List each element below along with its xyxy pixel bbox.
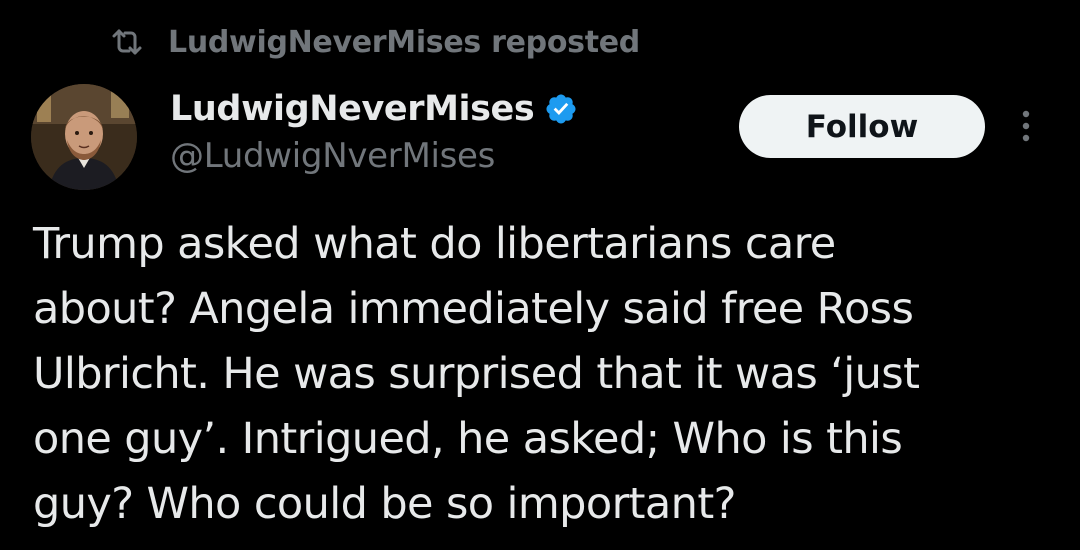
repost-indicator[interactable]: LudwigNeverMises reposted	[108, 22, 640, 62]
author-handle[interactable]: @LudwigNverMises	[170, 136, 495, 176]
author-name-row[interactable]: LudwigNeverMises	[170, 84, 580, 134]
tweet-text-line: Trump asked what do libertarians care	[33, 219, 836, 269]
repost-label[interactable]: LudwigNeverMises reposted	[168, 25, 640, 60]
tweet-text-line: about? Angela immediately said free Ross	[33, 284, 914, 334]
repost-icon	[108, 23, 146, 61]
tweet-text: Trump asked what do libertarians care ab…	[33, 212, 1053, 537]
follow-button[interactable]: Follow	[739, 95, 985, 158]
avatar[interactable]	[31, 84, 137, 190]
more-options-icon[interactable]	[1008, 104, 1044, 148]
tweet-text-line: Ulbricht. He was surprised that it was ‘…	[33, 349, 920, 399]
tweet-text-line: guy? Who could be so important?	[33, 479, 736, 529]
verified-badge-icon[interactable]	[544, 91, 580, 127]
tweet-text-line: one guy’. Intrigued, he asked; Who is th…	[33, 414, 903, 464]
author-display-name[interactable]: LudwigNeverMises	[170, 89, 535, 129]
